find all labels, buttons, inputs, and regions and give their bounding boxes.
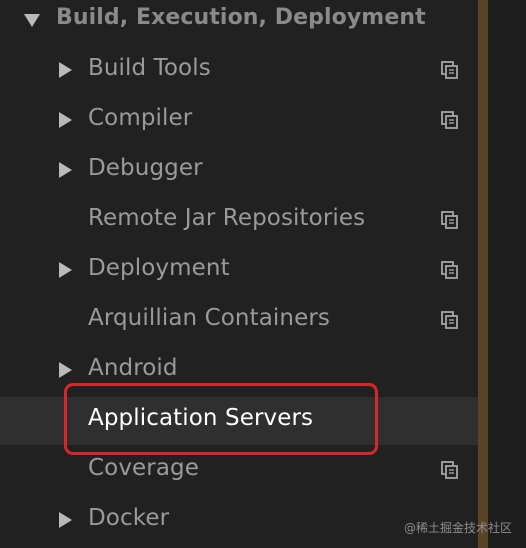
expand-arrow-icon[interactable]: [59, 112, 72, 128]
expand-arrow-icon[interactable]: [59, 62, 72, 78]
project-settings-copy-icon: [441, 261, 458, 279]
expand-arrow-icon[interactable]: [59, 162, 72, 178]
project-settings-copy-icon: [441, 61, 458, 79]
tree-header-build-execution-deployment[interactable]: Build, Execution, Deployment: [0, 0, 478, 45]
expand-arrow-icon[interactable]: [59, 262, 72, 278]
expand-arrow-icon[interactable]: [59, 362, 72, 378]
tree-item-label: Compiler: [88, 105, 193, 131]
tree-item-label: Debugger: [88, 155, 203, 181]
tree-item-label: Coverage: [88, 455, 199, 481]
red-highlight-annotation: [64, 383, 378, 455]
right-panel-edge: [488, 0, 526, 548]
tree-item-label: Deployment: [88, 255, 230, 281]
tree-item-label: Android: [88, 355, 178, 381]
project-settings-copy-icon: [441, 461, 458, 479]
expand-arrow-icon[interactable]: [59, 512, 72, 528]
vertical-scrollbar[interactable]: [478, 0, 488, 548]
tree-item-label: Remote Jar Repositories: [88, 205, 366, 231]
settings-tree-panel: Build, Execution, Deployment Build Tools…: [0, 0, 494, 548]
project-settings-copy-icon: [441, 111, 458, 129]
tree-item-deployment[interactable]: Deployment: [0, 245, 478, 295]
tree-item-remote-jar-repositories[interactable]: Remote Jar Repositories: [0, 195, 478, 245]
watermark-text: @稀土掘金技术社区: [403, 521, 512, 535]
tree-item-label: Docker: [88, 505, 170, 531]
tree-item-label: Arquillian Containers: [88, 305, 330, 331]
project-settings-copy-icon: [441, 211, 458, 229]
project-settings-copy-icon: [441, 311, 458, 329]
tree-item-compiler[interactable]: Compiler: [0, 95, 478, 145]
tree-item-build-tools[interactable]: Build Tools: [0, 45, 478, 95]
tree-header-label: Build, Execution, Deployment: [56, 5, 426, 30]
tree-item-arquillian-containers[interactable]: Arquillian Containers: [0, 295, 478, 345]
tree-item-debugger[interactable]: Debugger: [0, 145, 478, 195]
collapse-arrow-icon[interactable]: [24, 14, 40, 27]
tree-item-label: Build Tools: [88, 55, 211, 81]
